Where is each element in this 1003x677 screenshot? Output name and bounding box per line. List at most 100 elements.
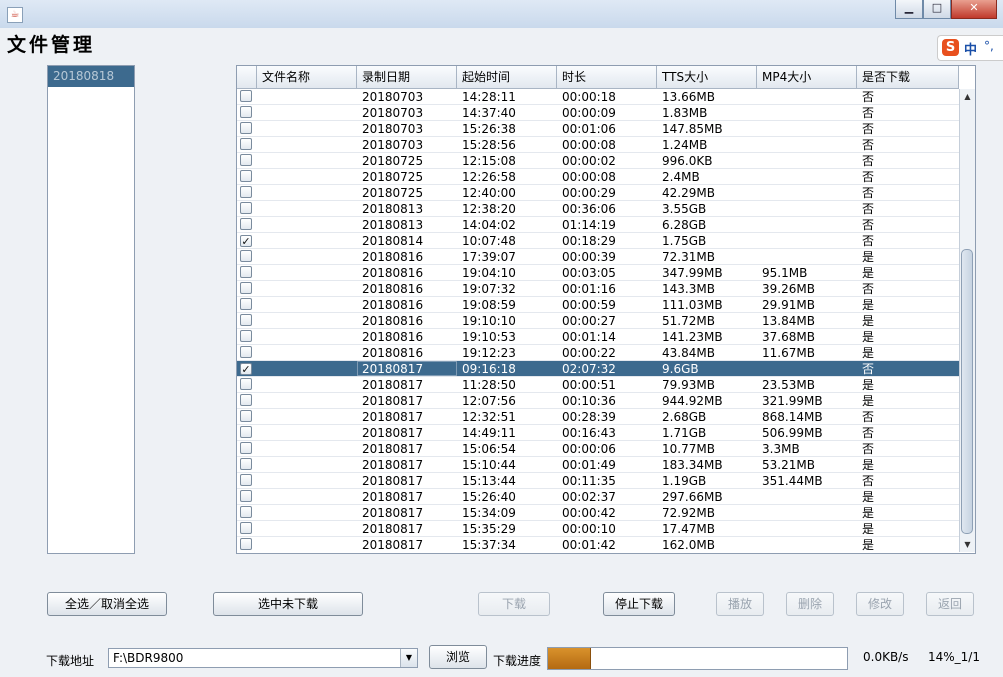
table-row[interactable]: 20180817 12:07:56 00:10:36 944.92MB 321.99MB… [237,393,959,409]
cell-downloaded: 否 [862,442,875,456]
row-checkbox[interactable] [240,218,252,230]
table-row[interactable]: 20180703 15:26:38 00:01:06 147.85MB 否 [237,121,959,137]
scroll-down-arrow-icon[interactable]: ▼ [960,537,975,552]
table-row[interactable]: 20180703 14:37:40 00:00:09 1.83MB 否 [237,105,959,121]
table-row[interactable]: 20180817 11:28:50 00:00:51 79.93MB 23.53MB 是 [237,377,959,393]
table-row[interactable]: 20180817 15:26:40 00:02:37 297.66MB 是 [237,489,959,505]
table-row[interactable]: 20180703 15:28:56 00:00:08 1.24MB 否 [237,137,959,153]
row-checkbox[interactable] [240,394,252,406]
row-checkbox[interactable] [240,346,252,358]
modify-button[interactable]: 修改 [856,592,904,616]
table-row[interactable]: 20180817 12:32:51 00:28:39 2.68GB 868.14MB 否 [237,409,959,425]
cell-record-date: 20180814 [362,234,424,248]
table-vertical-scrollbar[interactable]: ▲ ▼ [959,89,975,552]
table-row[interactable]: 20180725 12:15:08 00:00:02 996.0KB 否 [237,153,959,169]
cell-filename [257,249,357,264]
cell-mp4-size: 868.14MB [762,410,823,424]
row-checkbox[interactable] [240,490,252,502]
row-checkbox[interactable] [240,522,252,534]
row-checkbox[interactable] [240,154,252,166]
cell-duration: 00:28:39 [562,410,616,424]
maximize-icon[interactable]: □ [923,0,951,19]
table-row[interactable]: 20180813 12:38:20 00:36:06 3.55GB 否 [237,201,959,217]
table-row[interactable]: 20180816 19:10:53 00:01:14 141.23MB 37.68MB 是 [237,329,959,345]
cell-record-date: 20180816 [362,250,424,264]
table-row[interactable]: 20180816 17:39:07 00:00:39 72.31MB 是 [237,249,959,265]
column-header-filename[interactable]: 文件名称 [257,66,357,88]
cell-duration: 00:02:37 [562,490,616,504]
row-checkbox[interactable] [240,186,252,198]
column-header-checkbox[interactable] [237,66,257,88]
table-row[interactable]: 20180725 12:40:00 00:00:29 42.29MB 否 [237,185,959,201]
row-checkbox[interactable] [240,170,252,182]
row-checkbox[interactable] [240,90,252,102]
row-checkbox[interactable] [240,458,252,470]
download-button[interactable]: 下载 [478,592,550,616]
row-checkbox[interactable] [240,410,252,422]
row-checkbox[interactable] [240,122,252,134]
cell-filename [257,89,357,104]
row-checkbox[interactable] [240,474,252,486]
table-row[interactable]: 20180725 12:26:58 00:00:08 2.4MB 否 [237,169,959,185]
download-path-combobox[interactable]: F:\BDR9800 ▼ [108,648,418,668]
table-row[interactable]: 20180817 14:49:11 00:16:43 1.71GB 506.99MB 否 [237,425,959,441]
row-checkbox[interactable] [240,282,252,294]
browse-button[interactable]: 浏览 [429,645,487,669]
play-button[interactable]: 播放 [716,592,764,616]
table-row[interactable]: 20180817 15:35:29 00:00:10 17.47MB 是 [237,521,959,537]
table-row[interactable]: 20180817 15:10:44 00:01:49 183.34MB 53.21MB 是 [237,457,959,473]
column-header-duration[interactable]: 时长 [557,66,657,88]
scrollbar-thumb[interactable] [961,249,973,534]
row-checkbox[interactable] [240,266,252,278]
column-header-record-date[interactable]: 录制日期 [357,66,457,88]
table-row[interactable]: 20180816 19:10:10 00:00:27 51.72MB 13.84MB 是 [237,313,959,329]
table-row[interactable]: 20180703 14:28:11 00:00:18 13.66MB 否 [237,89,959,105]
scroll-up-arrow-icon[interactable]: ▲ [960,89,975,104]
chevron-down-icon[interactable]: ▼ [400,649,417,667]
row-checkbox[interactable] [240,314,252,326]
row-checkbox[interactable] [240,250,252,262]
minimize-icon[interactable]: ▁ [895,0,923,19]
column-header-downloaded[interactable]: 是否下载 [857,66,959,88]
row-checkbox[interactable] [240,138,252,150]
select-not-downloaded-button[interactable]: 选中未下载 [213,592,363,616]
cell-start-time: 12:15:08 [462,154,516,168]
back-button[interactable]: 返回 [926,592,974,616]
close-icon[interactable]: ✕ [951,0,997,19]
row-checkbox[interactable] [240,298,252,310]
table-row[interactable]: ✓ 20180817 09:16:18 02:07:32 9.6GB 否 [237,361,959,377]
row-checkbox[interactable] [240,330,252,342]
table-row[interactable]: 20180816 19:04:10 00:03:05 347.99MB 95.1MB 是 [237,265,959,281]
table-row[interactable]: ✓ 20180814 10:07:48 00:18:29 1.75GB 否 [237,233,959,249]
table-row[interactable]: 20180816 19:07:32 00:01:16 143.3MB 39.26MB 否 [237,281,959,297]
table-row[interactable]: 20180817 15:37:34 00:01:42 162.0MB 是 [237,537,959,552]
row-checkbox[interactable] [240,202,252,214]
select-all-button[interactable]: 全选／取消全选 [47,592,167,616]
table-row[interactable]: 20180813 14:04:02 01:14:19 6.28GB 否 [237,217,959,233]
delete-button[interactable]: 删除 [786,592,834,616]
table-row[interactable]: 20180817 15:34:09 00:00:42 72.92MB 是 [237,505,959,521]
column-header-tts-size[interactable]: TTS大小 [657,66,757,88]
cell-tts-size: 2.4MB [662,170,700,184]
table-row[interactable]: 20180816 19:08:59 00:00:59 111.03MB 29.91MB 是 [237,297,959,313]
row-checkbox[interactable]: ✓ [240,363,252,376]
stop-download-button[interactable]: 停止下载 [603,592,675,616]
cell-record-date: 20180725 [362,186,424,200]
row-checkbox[interactable]: ✓ [240,235,252,248]
date-list-item[interactable]: 20180818 [48,66,134,87]
row-checkbox[interactable] [240,426,252,438]
row-checkbox[interactable] [240,378,252,390]
cell-filename [257,233,357,248]
cell-duration: 00:00:18 [562,90,616,104]
window-titlebar: ☕ ▁ □ ✕ [0,0,1003,29]
column-header-mp4-size[interactable]: MP4大小 [757,66,857,88]
row-checkbox[interactable] [240,506,252,518]
column-header-start-time[interactable]: 起始时间 [457,66,557,88]
ime-toolbar[interactable]: S 中 °, [937,35,1003,61]
table-row[interactable]: 20180817 15:06:54 00:00:06 10.77MB 3.3MB 否 [237,441,959,457]
row-checkbox[interactable] [240,442,252,454]
table-row[interactable]: 20180816 19:12:23 00:00:22 43.84MB 11.67MB 是 [237,345,959,361]
row-checkbox[interactable] [240,106,252,118]
row-checkbox[interactable] [240,538,252,550]
table-row[interactable]: 20180817 15:13:44 00:11:35 1.19GB 351.44MB 否 [237,473,959,489]
